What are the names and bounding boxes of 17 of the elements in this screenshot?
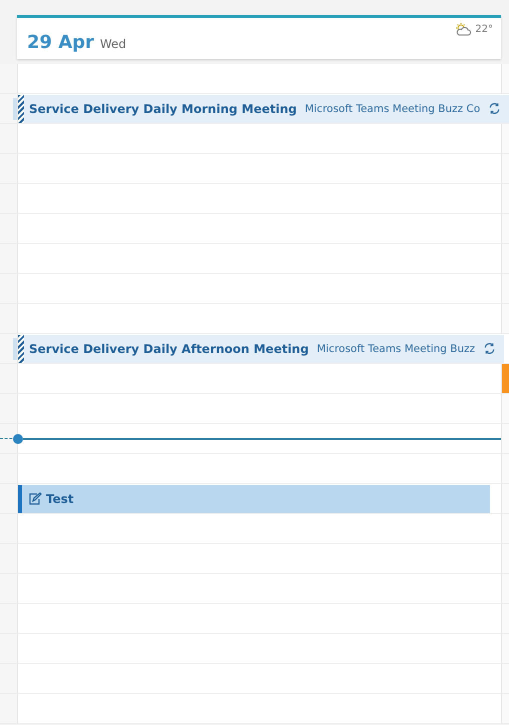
tentative-marker	[18, 94, 24, 122]
date-label: 29 Apr	[27, 32, 94, 53]
recurring-icon	[488, 102, 502, 115]
event-edge	[13, 98, 17, 120]
weekday-label: Wed	[100, 37, 126, 51]
event-location: Microsoft Teams Meeting Buzz	[316, 342, 476, 354]
event-title: Test	[46, 492, 74, 506]
partly-sunny-icon	[454, 22, 472, 36]
tentative-marker	[18, 334, 24, 362]
edit-icon	[28, 492, 42, 506]
recurring-icon	[483, 342, 496, 355]
event-edge	[13, 338, 17, 360]
temperature-label: 22°	[475, 24, 493, 34]
current-time-dot	[13, 434, 23, 444]
event-location: Microsoft Teams Meeting Buzz Co	[304, 102, 480, 114]
event-title: Service Delivery Daily Morning Meeting	[29, 102, 297, 116]
event-title: Service Delivery Daily Afternoon Meeting	[29, 342, 309, 356]
